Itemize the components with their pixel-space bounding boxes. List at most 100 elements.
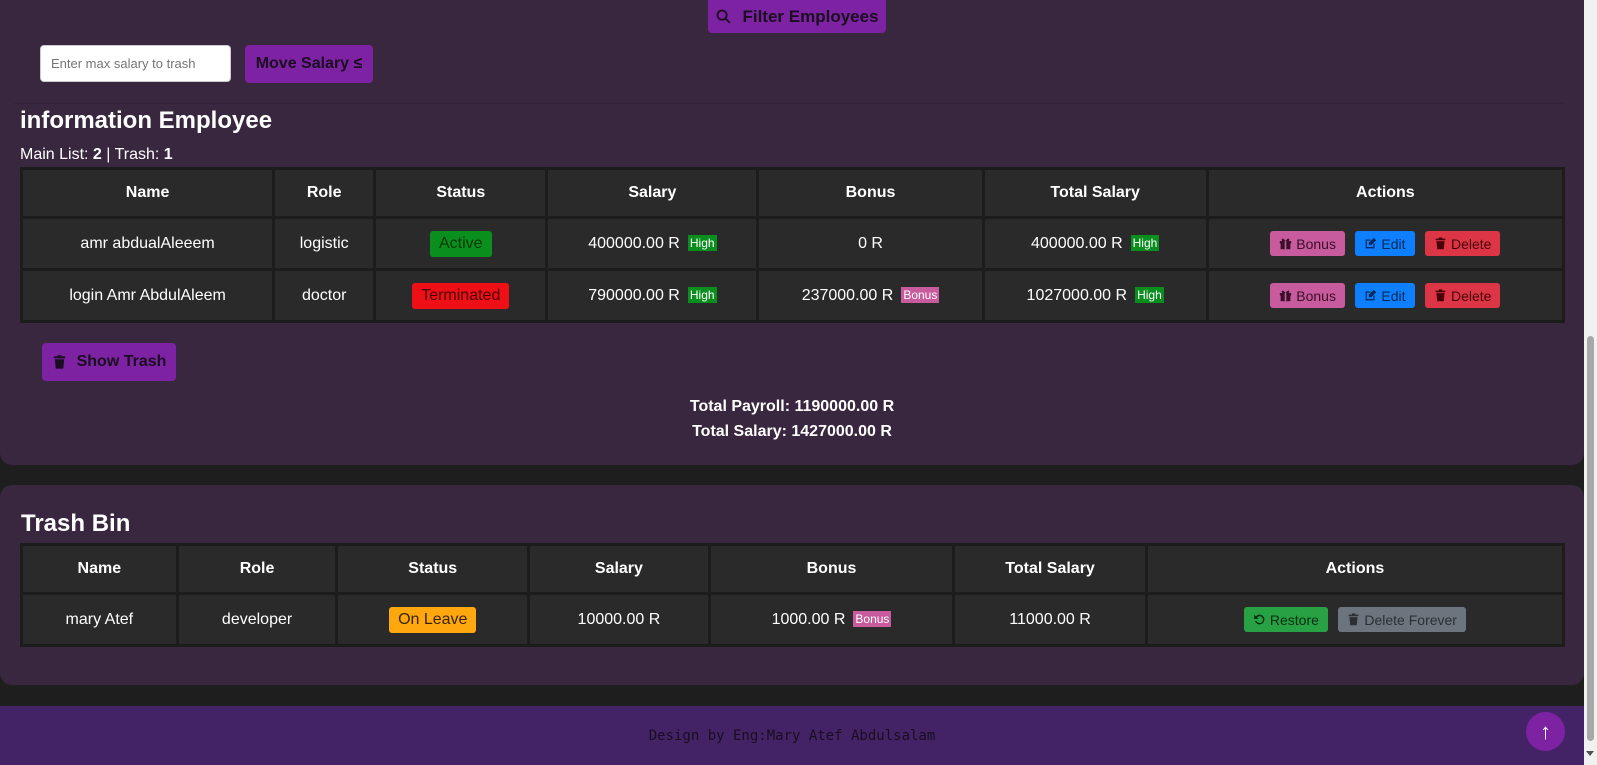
table-row: login Amr AbdulAleem doctor Terminated 7… — [19, 268, 1566, 323]
edit-button-label: Edit — [1381, 287, 1406, 304]
salary-value: 400000.00 R — [588, 234, 680, 252]
bonus-button[interactable]: Bonus — [1270, 283, 1345, 308]
total-salary: Total Salary: 1427000.00 R — [692, 423, 892, 440]
bonus-button-label: Bonus — [1296, 235, 1336, 252]
max-salary-input[interactable] — [40, 45, 231, 82]
total-value: 1027000.00 R — [1026, 286, 1128, 304]
bonus-badge: Bonus — [901, 287, 940, 304]
filter-employees-label: Filter Employees — [742, 6, 879, 26]
edit-button[interactable]: Edit — [1355, 231, 1415, 256]
header-bonus: Bonus — [707, 543, 956, 595]
edit-icon — [1366, 289, 1377, 301]
status-badge: On Leave — [389, 606, 477, 633]
delete-button-label: Delete — [1451, 287, 1492, 304]
edit-button[interactable]: Edit — [1355, 283, 1415, 308]
main-count-label: Main List: — [20, 146, 89, 163]
scroll-down-arrow-icon[interactable] — [1586, 751, 1594, 756]
cell-actions: Restore Delete Forever — [1144, 592, 1566, 647]
cell-role: developer — [175, 592, 339, 647]
cell-salary: 790000.00 R High — [545, 268, 760, 323]
cell-status: On Leave — [335, 592, 531, 647]
header-actions: Actions — [1205, 167, 1566, 219]
cell-status: Terminated — [373, 268, 549, 323]
delete-button[interactable]: Delete — [1425, 231, 1501, 256]
high-badge: High — [687, 235, 717, 252]
table-row: amr abdualAleeem logistic Active 400000.… — [19, 216, 1566, 271]
search-icon — [717, 9, 731, 24]
footer-credit: Design by Eng:Mary Atef Abdulsalam — [648, 727, 936, 744]
trash-icon — [1435, 237, 1446, 250]
bonus-value: 0 R — [858, 234, 883, 252]
edit-icon — [1366, 237, 1377, 249]
cell-name: amr abdualAleeem — [19, 216, 276, 271]
high-badge: High — [1135, 287, 1164, 304]
delete-forever-label: Delete Forever — [1364, 611, 1457, 628]
trash-bin-title: Trash Bin — [21, 510, 131, 537]
move-salary-button[interactable]: Move Salary ≤ — [245, 45, 373, 83]
trash-icon — [1349, 613, 1359, 626]
cell-role: logistic — [272, 216, 377, 271]
header-bonus: Bonus — [756, 167, 985, 219]
header-actions: Actions — [1144, 543, 1566, 595]
cell-name: login Amr AbdulAleem — [19, 268, 276, 323]
cell-total: 400000.00 R High — [981, 216, 1209, 271]
edit-button-label: Edit — [1381, 235, 1406, 252]
cell-role: doctor — [272, 268, 377, 323]
scroll-to-top-button[interactable]: ↑ — [1526, 712, 1565, 751]
trash-count: 1 — [163, 146, 173, 163]
scrollbar-thumb[interactable] — [1587, 336, 1594, 741]
high-badge: High — [1130, 235, 1160, 252]
trash-icon — [53, 354, 65, 369]
undo-icon — [1254, 614, 1265, 625]
bonus-value: 1000.00 R — [771, 610, 846, 628]
header-total-salary: Total Salary — [952, 543, 1148, 595]
header-salary: Salary — [545, 167, 760, 219]
cell-bonus: 237000.00 R Bonus — [756, 268, 985, 323]
cell-bonus: 1000.00 R Bonus — [707, 592, 956, 647]
show-trash-label: Show Trash — [76, 353, 167, 370]
bonus-value: 237000.00 R — [801, 286, 894, 304]
status-badge: Active — [429, 230, 492, 257]
header-total-salary: Total Salary — [981, 167, 1209, 219]
bonus-button-label: Bonus — [1296, 287, 1336, 304]
cell-salary: 10000.00 R — [527, 592, 711, 647]
gift-icon — [1280, 238, 1292, 250]
header-salary: Salary — [527, 543, 711, 595]
delete-button[interactable]: Delete — [1425, 283, 1501, 308]
delete-button-label: Delete — [1451, 235, 1492, 252]
trash-count-label: | Trash: — [106, 146, 160, 163]
footer: Design by Eng:Mary Atef Abdulsalam — [0, 706, 1584, 765]
header-role: Role — [272, 167, 377, 219]
employee-table: Name Role Status Salary Bonus Total Sala… — [19, 167, 1566, 323]
restore-button-label: Restore — [1269, 611, 1319, 628]
restore-button[interactable]: Restore — [1243, 607, 1328, 632]
header-status: Status — [335, 543, 531, 595]
trash-icon — [1435, 289, 1446, 302]
page-scrollbar[interactable] — [1584, 0, 1597, 765]
delete-forever-button[interactable]: Delete Forever — [1338, 607, 1466, 632]
page-title: information Employee — [20, 107, 273, 134]
employee-table-header: Name Role Status Salary Bonus Total Sala… — [19, 167, 1566, 219]
total-payroll: Total Payroll: 1190000.00 R — [689, 398, 895, 415]
header-name: Name — [19, 167, 276, 219]
cell-actions: Bonus Edit Delete — [1205, 216, 1566, 271]
cell-total: 1027000.00 R High — [981, 268, 1209, 323]
show-trash-button[interactable]: Show Trash — [42, 343, 176, 381]
status-badge: Terminated — [412, 282, 510, 309]
cell-actions: Bonus Edit Delete — [1205, 268, 1566, 323]
table-row: mary Atef developer On Leave 10000.00 R … — [20, 592, 1566, 647]
header-status: Status — [373, 167, 549, 219]
cell-bonus: 0 R — [756, 216, 985, 271]
cell-name: mary Atef — [20, 592, 179, 647]
header-role: Role — [175, 543, 339, 595]
filter-employees-button[interactable]: Filter Employees — [708, 0, 886, 33]
list-counts: Main List: 2 | Trash: 1 — [20, 146, 173, 164]
header-name: Name — [20, 543, 179, 595]
main-count: 2 — [92, 146, 102, 163]
cell-total: 11000.00 R — [952, 592, 1148, 647]
bonus-button[interactable]: Bonus — [1270, 231, 1345, 256]
salary-value: 790000.00 R — [588, 286, 680, 304]
cell-status: Active — [373, 216, 549, 271]
total-value: 400000.00 R — [1031, 234, 1123, 252]
trash-table-header: Name Role Status Salary Bonus Total Sala… — [20, 543, 1566, 595]
